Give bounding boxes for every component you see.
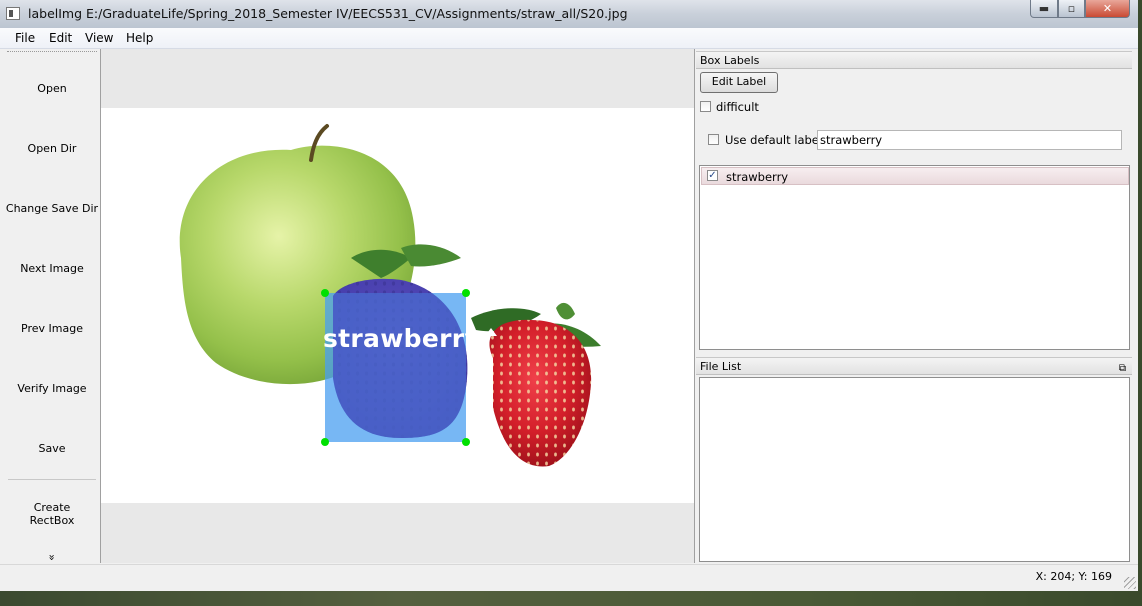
toolbar-expand-icon[interactable]: » — [46, 510, 59, 606]
menu-edit[interactable]: Edit — [49, 31, 72, 45]
open-button[interactable]: Open — [4, 82, 100, 95]
app-icon[interactable] — [6, 7, 20, 20]
change-save-dir-button[interactable]: Change Save Dir — [4, 202, 100, 215]
menu-file[interactable]: File — [15, 31, 35, 45]
next-image-button[interactable]: Next Image — [4, 262, 100, 275]
edit-label-button[interactable]: Edit Label — [700, 72, 778, 93]
difficult-checkbox[interactable] — [700, 101, 711, 112]
box-handle-br[interactable] — [462, 438, 470, 446]
bounding-box[interactable] — [321, 278, 470, 446]
prev-image-button[interactable]: Prev Image — [4, 322, 100, 335]
toolbar-grip[interactable] — [7, 51, 97, 53]
box-handle-tl[interactable] — [321, 289, 329, 297]
label-item-text: strawberry — [726, 170, 789, 184]
maximize-button[interactable]: ▫ — [1058, 0, 1085, 18]
open-dir-button[interactable]: Open Dir — [4, 142, 100, 155]
right-strawberry — [489, 319, 592, 467]
use-default-label-text: Use default label — [725, 133, 823, 147]
labelimg-window: labelImg E:/GraduateLife/Spring_2018_Sem… — [0, 0, 1138, 591]
box-labels-title: Box Labels — [696, 51, 1132, 69]
box-handle-tr[interactable] — [462, 289, 470, 297]
cursor-coordinates: X: 204; Y: 169 — [1035, 570, 1112, 583]
file-list[interactable] — [699, 377, 1130, 562]
title-bar[interactable]: labelImg E:/GraduateLife/Spring_2018_Sem… — [0, 0, 1138, 29]
use-default-label-checkbox[interactable] — [708, 134, 719, 145]
status-bar: X: 204; Y: 169 — [0, 564, 1138, 591]
toolbar-separator — [8, 479, 96, 480]
fruit-photo — [179, 124, 601, 467]
verify-image-button[interactable]: Verify Image — [4, 382, 100, 395]
label-item-checkbox[interactable]: ✓ — [707, 170, 718, 181]
size-grip-icon[interactable] — [1124, 577, 1136, 589]
default-label-input[interactable]: strawberry — [817, 130, 1122, 150]
menu-help[interactable]: Help — [126, 31, 153, 45]
window-title: labelImg E:/GraduateLife/Spring_2018_Sem… — [28, 6, 628, 21]
float-icon[interactable]: ⧉ — [1119, 360, 1126, 378]
close-button[interactable]: ✕ — [1085, 0, 1130, 18]
main-area: Open Open Dir Change Save Dir Next Image… — [0, 49, 1138, 564]
label-list[interactable]: ✓ strawberry — [699, 165, 1130, 350]
menu-bar: File Edit View Help — [0, 28, 1138, 49]
right-dock: Box Labels Edit Label difficult Use defa… — [696, 49, 1132, 563]
minimize-button[interactable]: ▬ — [1030, 0, 1058, 18]
box-handle-bl[interactable] — [321, 438, 329, 446]
label-list-item[interactable]: ✓ strawberry — [701, 167, 1129, 185]
file-list-title: File List ⧉ — [696, 357, 1132, 375]
menu-view[interactable]: View — [85, 31, 113, 45]
tool-bar: Open Open Dir Change Save Dir Next Image… — [4, 49, 101, 563]
image-view[interactable]: strawberry — [101, 108, 694, 503]
difficult-label: difficult — [716, 100, 759, 114]
image-canvas[interactable]: strawberry — [101, 49, 695, 563]
save-button[interactable]: Save — [4, 442, 100, 455]
file-list-title-text: File List — [700, 360, 742, 373]
